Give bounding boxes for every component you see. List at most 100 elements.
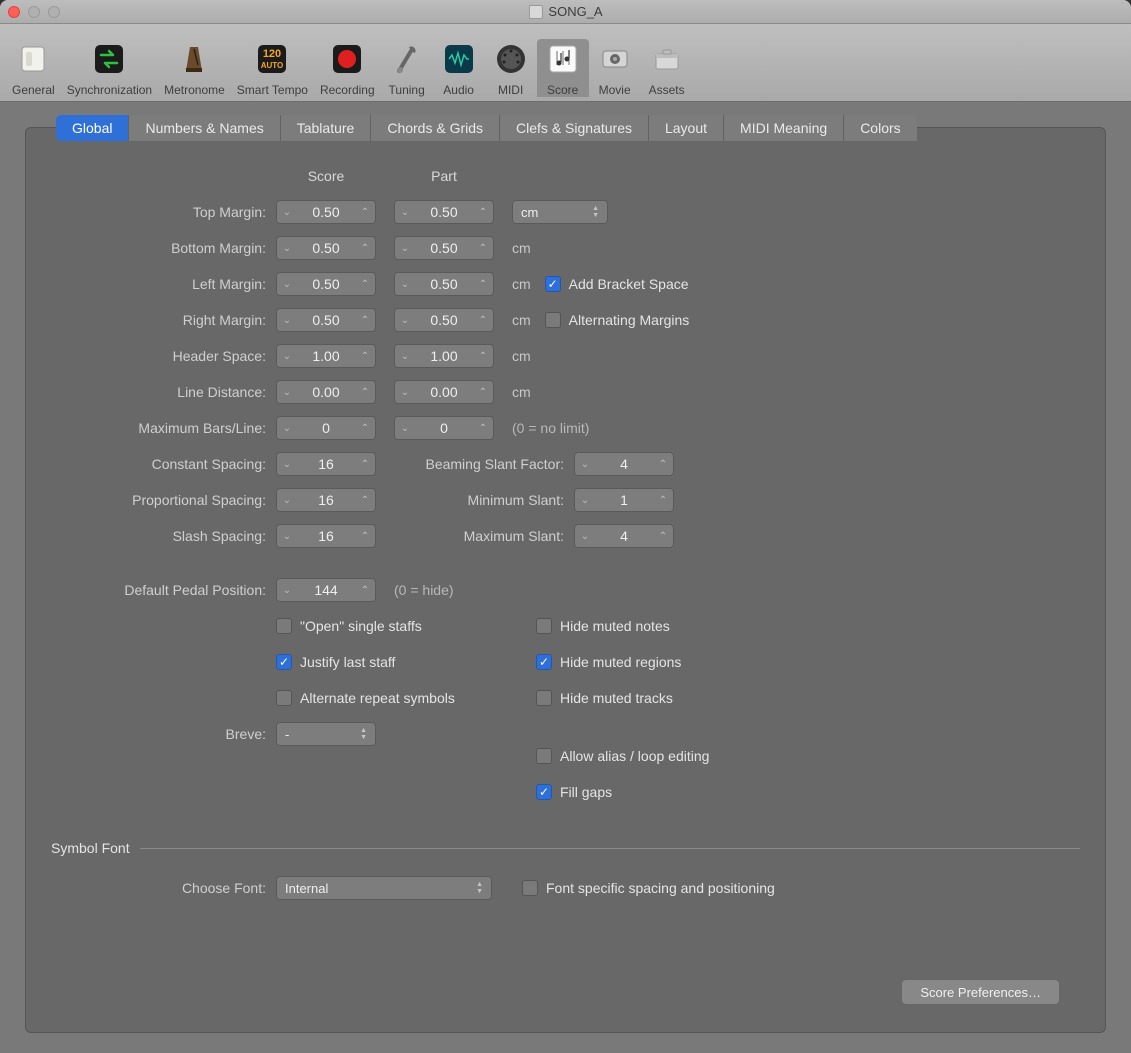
slash-spacing-stepper[interactable]: ⌄16⌃	[276, 524, 376, 548]
fill-gaps-checkbox[interactable]	[536, 784, 552, 800]
chevron-down-icon[interactable]: ⌄	[395, 207, 415, 218]
unit-dropdown[interactable]: cm▲▼	[512, 200, 608, 224]
line-distance-score-stepper[interactable]: ⌄0.00⌃	[276, 380, 376, 404]
chevron-down-icon[interactable]: ⌄	[277, 243, 297, 254]
toolbar-audio[interactable]: Audio	[433, 39, 485, 97]
score-preferences-button[interactable]: Score Preferences…	[901, 979, 1060, 1005]
right-margin-score-stepper[interactable]: ⌄0.50⌃	[276, 308, 376, 332]
tab-colors[interactable]: Colors	[844, 115, 916, 141]
chevron-up-icon[interactable]: ⌃	[355, 531, 375, 542]
open-single-staffs-checkbox[interactable]	[276, 618, 292, 634]
tab-midi-meaning[interactable]: MIDI Meaning	[724, 115, 844, 141]
chevron-up-icon[interactable]: ⌃	[473, 207, 493, 218]
chevron-down-icon[interactable]: ⌄	[277, 495, 297, 506]
chevron-down-icon[interactable]: ⌄	[277, 207, 297, 218]
tab-chords-grids[interactable]: Chords & Grids	[371, 115, 500, 141]
zoom-button[interactable]	[48, 6, 60, 18]
tab-clefs-signatures[interactable]: Clefs & Signatures	[500, 115, 649, 141]
min-slant-stepper[interactable]: ⌄1⌃	[574, 488, 674, 512]
pedal-position-stepper[interactable]: ⌄144⌃	[276, 578, 376, 602]
chevron-up-icon[interactable]: ⌃	[355, 243, 375, 254]
breve-dropdown[interactable]: -▲▼	[276, 722, 376, 746]
constant-spacing-stepper[interactable]: ⌄16⌃	[276, 452, 376, 476]
chevron-up-icon[interactable]: ⌃	[355, 207, 375, 218]
chevron-down-icon[interactable]: ⌄	[277, 531, 297, 542]
max-bars-part-stepper[interactable]: ⌄0⌃	[394, 416, 494, 440]
beaming-slant-stepper[interactable]: ⌄4⌃	[574, 452, 674, 476]
chevron-up-icon[interactable]: ⌃	[355, 315, 375, 326]
chevron-up-icon[interactable]: ⌃	[355, 495, 375, 506]
chevron-down-icon[interactable]: ⌄	[277, 459, 297, 470]
alternate-repeat-checkbox[interactable]	[276, 690, 292, 706]
toolbar-general[interactable]: General	[6, 39, 61, 97]
chevron-down-icon[interactable]: ⌄	[575, 459, 595, 470]
allow-alias-checkbox[interactable]	[536, 748, 552, 764]
chevron-down-icon[interactable]: ⌄	[277, 279, 297, 290]
chevron-up-icon[interactable]: ⌃	[473, 423, 493, 434]
font-specific-spacing-checkbox[interactable]	[522, 880, 538, 896]
minimize-button[interactable]	[28, 6, 40, 18]
hide-muted-regions-checkbox[interactable]	[536, 654, 552, 670]
tab-global[interactable]: Global	[56, 115, 129, 141]
line-distance-part-stepper[interactable]: ⌄0.00⌃	[394, 380, 494, 404]
chevron-down-icon[interactable]: ⌄	[395, 351, 415, 362]
toolbar-smart-tempo[interactable]: 120AUTO Smart Tempo	[231, 39, 314, 97]
proportional-spacing-stepper[interactable]: ⌄16⌃	[276, 488, 376, 512]
chevron-down-icon[interactable]: ⌄	[395, 387, 415, 398]
toolbar-assets[interactable]: Assets	[641, 39, 693, 97]
tab-tablature[interactable]: Tablature	[281, 115, 372, 141]
right-margin-part-stepper[interactable]: ⌄0.50⌃	[394, 308, 494, 332]
toolbar-synchronization[interactable]: Synchronization	[61, 39, 158, 97]
chevron-down-icon[interactable]: ⌄	[277, 351, 297, 362]
toolbar-tuning[interactable]: Tuning	[381, 39, 433, 97]
chevron-up-icon[interactable]: ⌃	[355, 585, 375, 596]
chevron-down-icon[interactable]: ⌄	[395, 315, 415, 326]
add-bracket-space-checkbox[interactable]	[545, 276, 561, 292]
chevron-up-icon[interactable]: ⌃	[355, 459, 375, 470]
chevron-up-icon[interactable]: ⌃	[473, 351, 493, 362]
toolbar-midi[interactable]: MIDI	[485, 39, 537, 97]
toolbar-score[interactable]: Score	[537, 39, 589, 97]
chevron-down-icon[interactable]: ⌄	[395, 423, 415, 434]
justify-last-staff-checkbox[interactable]	[276, 654, 292, 670]
left-margin-score-stepper[interactable]: ⌄0.50⌃	[276, 272, 376, 296]
chevron-up-icon[interactable]: ⌃	[473, 387, 493, 398]
chevron-up-icon[interactable]: ⌃	[473, 315, 493, 326]
chevron-down-icon[interactable]: ⌄	[277, 423, 297, 434]
chevron-up-icon[interactable]: ⌃	[355, 279, 375, 290]
chevron-down-icon[interactable]: ⌄	[395, 243, 415, 254]
chevron-up-icon[interactable]: ⌃	[653, 531, 673, 542]
tab-numbers-names[interactable]: Numbers & Names	[129, 115, 280, 141]
close-button[interactable]	[8, 6, 20, 18]
chevron-up-icon[interactable]: ⌃	[473, 279, 493, 290]
toolbar-recording[interactable]: Recording	[314, 39, 381, 97]
chevron-down-icon[interactable]: ⌄	[575, 495, 595, 506]
max-bars-score-stepper[interactable]: ⌄0⌃	[276, 416, 376, 440]
tab-layout[interactable]: Layout	[649, 115, 724, 141]
chevron-down-icon[interactable]: ⌄	[277, 585, 297, 596]
left-margin-part-stepper[interactable]: ⌄0.50⌃	[394, 272, 494, 296]
toolbar-movie[interactable]: Movie	[589, 39, 641, 97]
chevron-down-icon[interactable]: ⌄	[277, 387, 297, 398]
bottom-margin-score-stepper[interactable]: ⌄0.50⌃	[276, 236, 376, 260]
chevron-up-icon[interactable]: ⌃	[653, 459, 673, 470]
chevron-up-icon[interactable]: ⌃	[355, 351, 375, 362]
toolbar-metronome[interactable]: Metronome	[158, 39, 231, 97]
bottom-margin-part-stepper[interactable]: ⌄0.50⌃	[394, 236, 494, 260]
chevron-up-icon[interactable]: ⌃	[355, 387, 375, 398]
max-slant-stepper[interactable]: ⌄4⌃	[574, 524, 674, 548]
chevron-down-icon[interactable]: ⌄	[395, 279, 415, 290]
choose-font-dropdown[interactable]: Internal▲▼	[276, 876, 492, 900]
top-margin-score-stepper[interactable]: ⌄0.50⌃	[276, 200, 376, 224]
hide-muted-tracks-checkbox[interactable]	[536, 690, 552, 706]
header-space-score-stepper[interactable]: ⌄1.00⌃	[276, 344, 376, 368]
chevron-down-icon[interactable]: ⌄	[575, 531, 595, 542]
alternating-margins-checkbox[interactable]	[545, 312, 561, 328]
chevron-down-icon[interactable]: ⌄	[277, 315, 297, 326]
chevron-up-icon[interactable]: ⌃	[355, 423, 375, 434]
header-space-part-stepper[interactable]: ⌄1.00⌃	[394, 344, 494, 368]
chevron-up-icon[interactable]: ⌃	[473, 243, 493, 254]
top-margin-part-stepper[interactable]: ⌄0.50⌃	[394, 200, 494, 224]
hide-muted-notes-checkbox[interactable]	[536, 618, 552, 634]
chevron-up-icon[interactable]: ⌃	[653, 495, 673, 506]
